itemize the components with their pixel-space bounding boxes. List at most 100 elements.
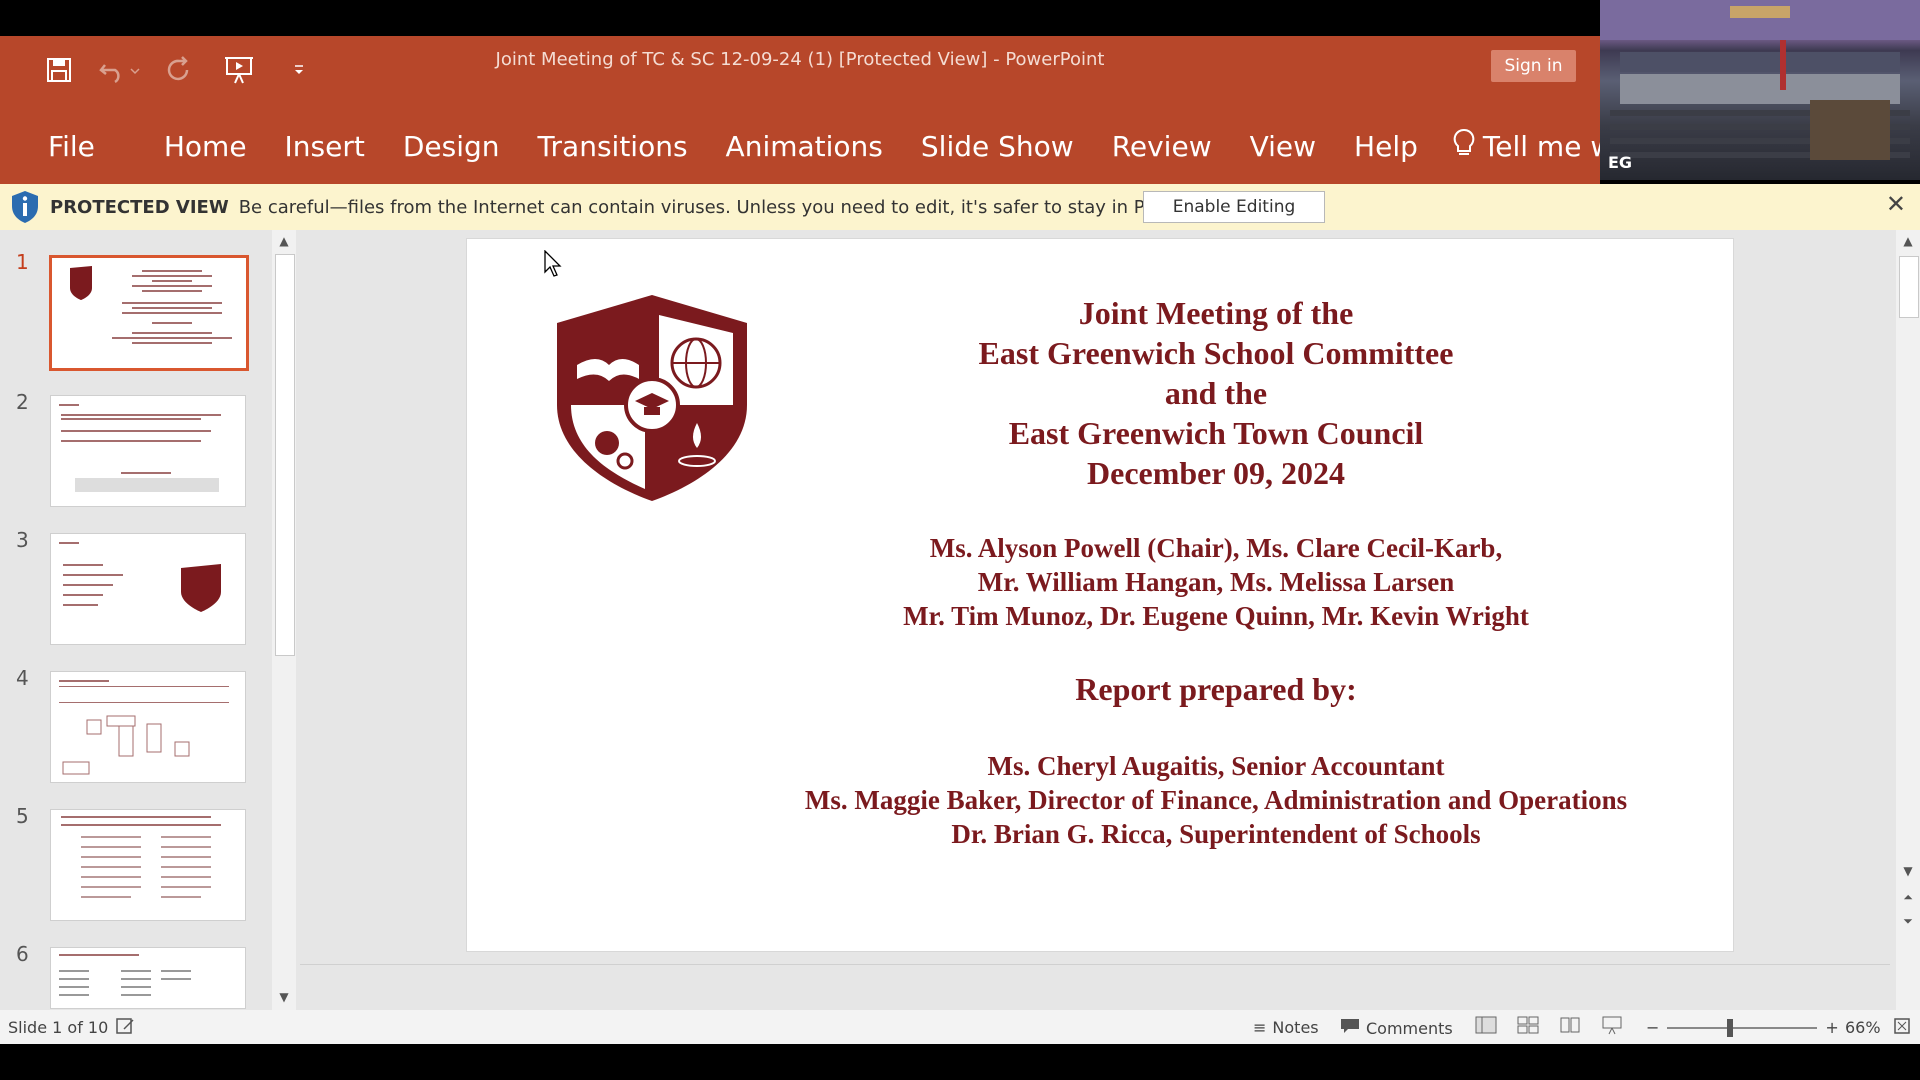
title-line: East Greenwich Town Council — [1008, 415, 1424, 451]
slide-indicator: Slide 1 of 10 — [8, 1018, 109, 1037]
slide-thumbnail-2[interactable] — [50, 395, 246, 507]
tab-help[interactable]: Help — [1335, 130, 1437, 163]
spell-check-icon[interactable] — [116, 1017, 136, 1039]
thumbnail-number: 5 — [16, 804, 29, 828]
zoom-control: − + — [1646, 1018, 1839, 1037]
video-label: EG — [1608, 153, 1633, 172]
redo-icon[interactable] — [156, 50, 202, 90]
title-line: December 09, 2024 — [1087, 455, 1345, 491]
tab-insert[interactable]: Insert — [266, 130, 384, 163]
thumbnail-number: 1 — [16, 250, 29, 274]
scroll-down-icon[interactable]: ▼ — [272, 990, 296, 1004]
next-slide-icon[interactable]: ⏷ — [1896, 914, 1920, 929]
comments-button[interactable]: Comments — [1340, 1018, 1453, 1038]
normal-view-icon[interactable] — [1475, 1015, 1497, 1039]
thumbnail-preview — [59, 680, 229, 775]
info-shield-icon — [10, 190, 40, 224]
enable-editing-button[interactable]: Enable Editing — [1143, 191, 1325, 223]
preparers-list: Ms. Cheryl Augaitis, Senior Accountant M… — [667, 749, 1765, 851]
notes-button[interactable]: ≡ Notes — [1253, 1018, 1319, 1037]
quick-access-toolbar — [36, 50, 322, 90]
customize-qat-icon[interactable] — [276, 50, 322, 90]
tab-home[interactable]: Home — [145, 130, 266, 163]
notes-icon: ≡ — [1253, 1018, 1267, 1037]
thumbnail-number: 4 — [16, 666, 29, 690]
sign-in-button[interactable]: Sign in — [1491, 50, 1576, 82]
thumbnail-preview — [59, 404, 221, 492]
lightbulb-icon — [1453, 128, 1475, 165]
slide-canvas[interactable]: Joint Meeting of the East Greenwich Scho… — [466, 238, 1734, 952]
work-area: 1 2 3 4 5 6 ▲ ▼ Joint Meeting of the Eas… — [0, 230, 1920, 1010]
preparer-line: Ms. Cheryl Augaitis, Senior Accountant — [987, 751, 1445, 781]
tab-review[interactable]: Review — [1093, 130, 1231, 163]
zoom-level[interactable]: 66% — [1845, 1018, 1881, 1037]
thumbnail-preview — [59, 542, 221, 612]
close-icon[interactable]: ✕ — [1886, 190, 1906, 218]
status-bar: Slide 1 of 10 ≡ Notes Comments − + 66% — [0, 1010, 1920, 1044]
members-line: Mr. Tim Munoz, Dr. Eugene Quinn, Mr. Kev… — [903, 601, 1529, 631]
reading-view-icon[interactable] — [1559, 1015, 1581, 1039]
scroll-up-icon[interactable]: ▲ — [1896, 234, 1920, 248]
scrollbar-thumb[interactable] — [275, 254, 295, 656]
tab-file[interactable]: File — [0, 130, 145, 163]
meeting-room-image — [1600, 0, 1920, 160]
tab-animations[interactable]: Animations — [707, 130, 902, 163]
slide-thumbnail-1[interactable] — [49, 255, 249, 371]
zoom-slider-knob[interactable] — [1727, 1018, 1734, 1037]
view-buttons — [1475, 1015, 1623, 1039]
divider — [300, 964, 1890, 965]
ribbon-tabs: File Home Insert Design Transitions Anim… — [0, 128, 1719, 165]
start-from-beginning-icon[interactable] — [216, 50, 262, 90]
title-line: East Greenwich School Committee — [978, 335, 1454, 371]
members-line: Ms. Alyson Powell (Chair), Ms. Clare Cec… — [929, 533, 1503, 563]
title-line: Joint Meeting of the — [1078, 295, 1354, 331]
mouse-cursor-icon — [544, 250, 562, 277]
slide-thumbnail-3[interactable] — [50, 533, 246, 645]
preparer-line: Ms. Maggie Baker, Director of Finance, A… — [804, 785, 1628, 815]
slide-thumbnail-5[interactable] — [50, 809, 246, 921]
protected-view-message: Be careful—files from the Internet can c… — [238, 196, 1273, 218]
scroll-up-icon[interactable]: ▲ — [272, 234, 296, 248]
slide-thumbnail-pane: 1 2 3 4 5 6 ▲ ▼ — [0, 230, 300, 1010]
notes-label: Notes — [1272, 1018, 1319, 1037]
members-list: Ms. Alyson Powell (Chair), Ms. Clare Cec… — [787, 531, 1645, 633]
thumbnail-preview — [61, 816, 221, 898]
zoom-in-icon[interactable]: + — [1825, 1018, 1838, 1037]
slide-show-icon[interactable] — [1601, 1015, 1623, 1039]
comments-label: Comments — [1366, 1018, 1453, 1038]
report-heading: Report prepared by: — [1075, 671, 1357, 707]
thumbnail-number: 3 — [16, 528, 29, 552]
undo-icon[interactable] — [96, 50, 142, 90]
slide-scrollbar[interactable]: ▲ ▼ ⏶ ⏷ — [1896, 230, 1920, 1010]
school-crest-logo — [557, 295, 747, 501]
title-line: and the — [1164, 375, 1268, 411]
thumbnail-number: 2 — [16, 390, 29, 414]
thumbnail-preview — [59, 954, 191, 996]
tab-view[interactable]: View — [1231, 130, 1335, 163]
slide-sorter-icon[interactable] — [1517, 1015, 1539, 1039]
ribbon: Joint Meeting of TC & SC 12-09-24 (1) [P… — [0, 36, 1719, 184]
thumbnail-preview — [70, 266, 232, 344]
fit-to-window-icon[interactable] — [1893, 1017, 1911, 1039]
members-line: Mr. William Hangan, Ms. Melissa Larsen — [977, 567, 1455, 597]
protected-view-label: PROTECTED VIEW — [50, 196, 229, 218]
comment-icon — [1340, 1018, 1360, 1038]
slide-title: Joint Meeting of the East Greenwich Scho… — [787, 293, 1645, 493]
tab-design[interactable]: Design — [384, 130, 519, 163]
tab-transitions[interactable]: Transitions — [519, 130, 707, 163]
video-overlay: EG — [1600, 0, 1920, 180]
slide-thumbnail-6[interactable] — [50, 947, 246, 1009]
protected-view-bar: PROTECTED VIEW Be careful—files from the… — [0, 184, 1920, 230]
zoom-out-icon[interactable]: − — [1646, 1018, 1659, 1037]
save-icon[interactable] — [36, 50, 82, 90]
zoom-slider[interactable] — [1667, 1018, 1818, 1037]
scroll-down-icon[interactable]: ▼ — [1896, 864, 1920, 878]
slide-thumbnail-4[interactable] — [50, 671, 246, 783]
preparer-line: Dr. Brian G. Ricca, Superintendent of Sc… — [951, 819, 1481, 849]
thumbnail-number: 6 — [16, 942, 29, 966]
previous-slide-icon[interactable]: ⏶ — [1896, 890, 1920, 905]
scrollbar-thumb[interactable] — [1899, 256, 1919, 318]
tab-slide-show[interactable]: Slide Show — [902, 130, 1093, 163]
bottom-black-bar — [0, 1044, 1920, 1080]
thumbnail-scrollbar[interactable]: ▲ ▼ — [272, 230, 296, 1010]
